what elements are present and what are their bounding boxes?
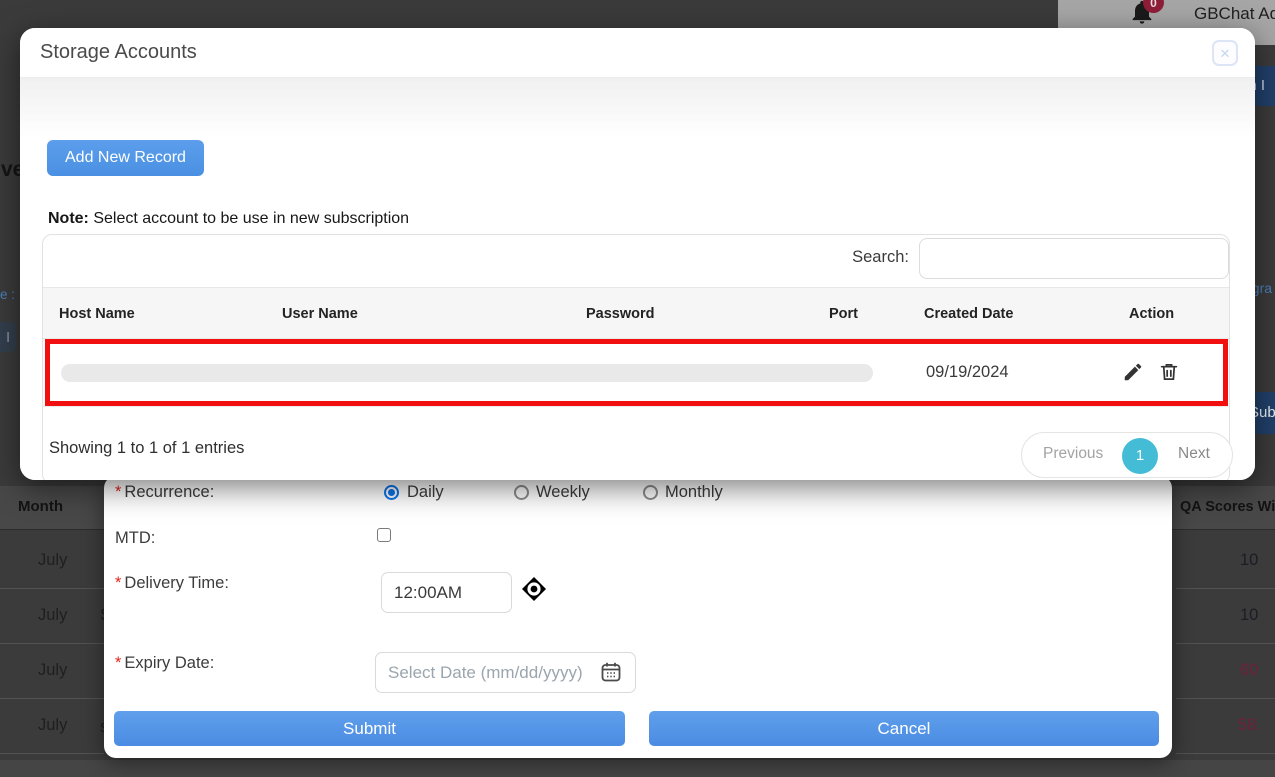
radio-daily-label[interactable]: Daily — [407, 483, 444, 502]
col-created-date[interactable]: Created Date — [924, 288, 1013, 340]
table-row[interactable]: 09/19/2024 — [45, 339, 1228, 406]
accounts-table-card: Search: Host Name User Name Password Por… — [42, 234, 1230, 480]
expiry-date-input[interactable] — [375, 652, 636, 693]
bg-table-qa-header-cell: QA Scores Wi — [1172, 486, 1275, 530]
radio-monthly-label[interactable]: Monthly — [665, 483, 723, 502]
radio-weekly[interactable] — [514, 485, 529, 500]
delete-trash-icon[interactable] — [1158, 361, 1180, 383]
col-host-name[interactable]: Host Name — [59, 288, 135, 340]
required-mark: * — [115, 483, 121, 501]
col-port[interactable]: Port — [829, 288, 858, 340]
app-name-fragment: GBChat Ad — [1194, 4, 1275, 24]
subscription-form-modal: *Recurrence: Daily Weekly Monthly MTD: *… — [104, 476, 1172, 758]
background-link-fragment-left: e : o — [0, 287, 15, 302]
created-date-cell: 09/19/2024 — [926, 363, 1009, 382]
col-password[interactable]: Password — [586, 288, 655, 340]
bg-table-qa-header: QA Scores Wi — [1180, 499, 1275, 515]
radio-weekly-label[interactable]: Weekly — [536, 483, 590, 502]
delivery-time-label: *Delivery Time: — [115, 574, 229, 593]
search-label: Search: — [743, 248, 909, 267]
table-header-row: Host Name User Name Password Port Create… — [43, 287, 1229, 339]
bg-qa-value: 60 — [1240, 661, 1258, 680]
recurrence-label: *Recurrence: — [115, 483, 214, 502]
modal-body: Add New Record Note: Select account to b… — [20, 78, 1255, 480]
table-info-text: Showing 1 to 1 of 1 entries — [49, 439, 244, 458]
submit-button[interactable]: Submit — [114, 711, 625, 746]
radio-monthly[interactable] — [643, 485, 658, 500]
bg-table-month-header-cell: Month — [0, 486, 110, 530]
pagination-previous[interactable]: Previous — [1043, 445, 1103, 463]
bg-qa-value: 10 — [1240, 551, 1258, 570]
note-text: Note: Select account to be use in new su… — [48, 210, 409, 228]
required-mark: * — [115, 574, 121, 592]
bg-month-cell: July — [38, 551, 67, 570]
bg-month-cell: July — [38, 661, 67, 680]
background-bottom-band — [0, 760, 1275, 777]
bg-qa-value: 10 — [1240, 606, 1258, 625]
edit-pencil-icon[interactable] — [1122, 361, 1144, 383]
modal-header: Storage Accounts ✕ — [20, 28, 1255, 78]
search-input[interactable] — [919, 238, 1229, 279]
add-new-record-button[interactable]: Add New Record — [47, 140, 204, 176]
redacted-account-data — [61, 364, 873, 382]
storage-accounts-modal: Storage Accounts ✕ Add New Record Note: … — [20, 28, 1255, 480]
pagination-page-1[interactable]: 1 — [1122, 438, 1158, 474]
close-icon[interactable]: ✕ — [1212, 40, 1238, 66]
delivery-time-input[interactable] — [381, 572, 512, 613]
bg-month-cell: July — [38, 606, 67, 625]
mtd-label: MTD: — [115, 529, 155, 548]
bg-table-month-header: Month — [18, 498, 63, 515]
background-pill-fragment: l — [0, 322, 16, 352]
pagination: Previous 1 Next — [1021, 432, 1233, 478]
calendar-icon[interactable] — [599, 660, 623, 684]
pagination-next[interactable]: Next — [1178, 445, 1210, 463]
required-mark: * — [115, 654, 121, 672]
bg-month-cell: July — [38, 716, 67, 735]
cancel-button[interactable]: Cancel — [649, 711, 1159, 746]
col-action[interactable]: Action — [1129, 288, 1174, 340]
mtd-checkbox[interactable] — [377, 528, 391, 542]
expiry-date-label: *Expiry Date: — [115, 654, 214, 673]
col-user-name[interactable]: User Name — [282, 288, 358, 340]
time-picker-icon[interactable] — [520, 575, 548, 603]
modal-title: Storage Accounts — [40, 41, 197, 64]
radio-daily[interactable] — [384, 485, 399, 500]
bg-qa-value: 58. — [1238, 716, 1261, 735]
